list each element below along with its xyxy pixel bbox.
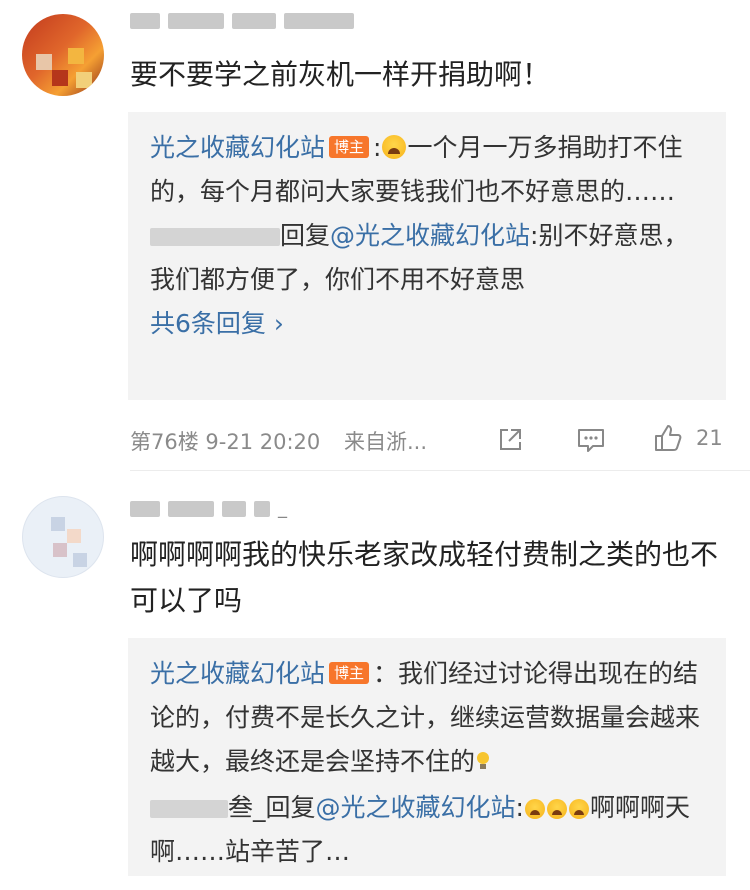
comment-icon[interactable]	[576, 426, 606, 459]
crying-emoji-icon	[546, 799, 567, 819]
user-reply[interactable]: 叁_回复@光之收藏幻化站: 啊啊啊天啊……站辛苦了…	[150, 786, 704, 874]
username-suffix: _	[278, 498, 287, 519]
reply-box: 光之收藏幻化站 博主 ：我们经过讨论得出现在的结论的，付费不是长久之计，继续运营数据…	[128, 638, 726, 876]
crying-emoji-icon	[382, 135, 407, 159]
blogger-badge: 博主	[329, 136, 370, 158]
like-icon[interactable]	[652, 422, 684, 459]
comment-next: _ 啊啊啊啊我的快乐老家改成轻付费制之类的也不可以了吗 光之收藏幻化站 博主 ：我们…	[0, 474, 750, 890]
like-count: 21	[696, 426, 723, 450]
reply-box: 光之收藏幻化站 博主: 一个月一万多捐助打不住的，每个月都问大家要钱我们也不好意思的…	[128, 112, 726, 400]
author-reply[interactable]: 光之收藏幻化站 博主: 一个月一万多捐助打不住的，每个月都问大家要钱我们也不好意思的…	[150, 126, 704, 214]
crying-emoji-icon	[524, 799, 545, 819]
more-replies-link[interactable]: 共6条回复 ›	[150, 302, 704, 346]
reply-prefix: 回复	[265, 793, 316, 822]
reply-name-suffix: 叁_	[228, 793, 266, 822]
user-reply[interactable]: 回复@光之收藏幻化站:别不好意思，我们都方便了，你们不用不好意思	[150, 214, 704, 302]
author-name[interactable]: 光之收藏幻化站	[150, 133, 325, 162]
floor-time: 第76楼 9-21 20:20	[130, 430, 321, 454]
avatar[interactable]	[22, 14, 104, 96]
comment-76: 要不要学之前灰机一样开捐助啊！ 光之收藏幻化站 博主: 一个月一万多捐助打不住的，每…	[0, 0, 750, 470]
comment-meta: 第76楼 9-21 20:20 来自浙... 21	[130, 422, 730, 462]
location: 来自浙...	[344, 430, 428, 454]
comment-text: 啊啊啊啊我的快乐老家改成轻付费制之类的也不可以了吗	[130, 538, 719, 617]
mention-link[interactable]: @光之收藏幻化站	[316, 793, 516, 822]
blurred-username	[150, 228, 280, 246]
username-blurred[interactable]	[130, 10, 362, 32]
crying-emoji-icon	[568, 799, 589, 819]
avatar[interactable]	[22, 496, 104, 578]
reply-prefix: 回复	[280, 221, 331, 250]
lightbulb-emoji-icon	[475, 742, 491, 786]
blogger-badge: 博主	[329, 662, 370, 684]
blurred-username	[150, 800, 228, 818]
share-icon[interactable]	[496, 426, 524, 459]
username-blurred[interactable]: _	[130, 498, 287, 520]
divider	[130, 470, 750, 471]
author-name[interactable]: 光之收藏幻化站	[150, 659, 325, 688]
mention-link[interactable]: @光之收藏幻化站	[330, 221, 530, 250]
author-reply[interactable]: 光之收藏幻化站 博主 ：我们经过讨论得出现在的结论的，付费不是长久之计，继续运营数据…	[150, 652, 704, 786]
comment-text: 要不要学之前灰机一样开捐助啊！	[130, 58, 551, 91]
